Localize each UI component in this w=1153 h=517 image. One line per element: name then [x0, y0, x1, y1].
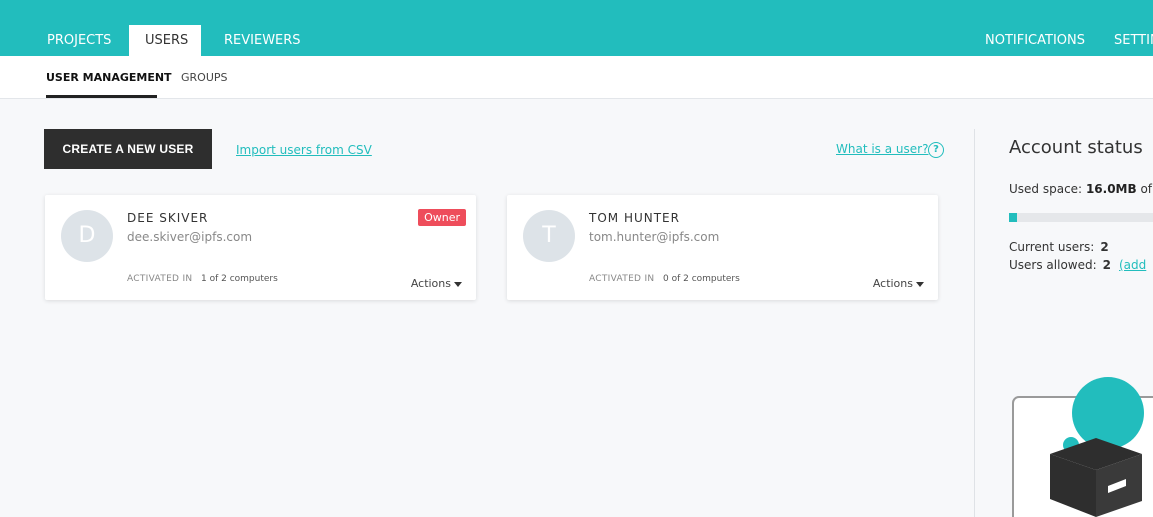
avatar: D [61, 210, 113, 262]
user-email: tom.hunter@ipfs.com [589, 230, 720, 244]
question-circle-icon[interactable]: ? [928, 142, 944, 158]
caret-down-icon [454, 281, 462, 287]
user-card: D DEE SKIVER dee.skiver@ipfs.com Owner A… [45, 195, 476, 300]
current-users-label: Current users: [1009, 240, 1095, 254]
actions-dropdown[interactable]: Actions [873, 277, 924, 290]
user-box-illustration [1012, 377, 1153, 517]
user-name: DEE SKIVER [127, 211, 209, 225]
sub-nav-bar: USER MANAGEMENT GROUPS [0, 56, 1153, 99]
activated-label: ACTIVATED IN [127, 274, 193, 284]
current-users-value: 2 [1100, 240, 1109, 254]
what-is-user-link[interactable]: What is a user? [836, 142, 928, 156]
user-name: TOM HUNTER [589, 211, 680, 225]
tab-reviewers[interactable]: REVIEWERS [208, 25, 317, 56]
activated-value: 0 of 2 computers [663, 274, 740, 284]
account-status-title: Account status [1009, 137, 1143, 158]
actions-label: Actions [872, 277, 913, 290]
storage-progress-fill [1009, 213, 1017, 222]
subtab-groups[interactable]: GROUPS [181, 56, 228, 98]
activated-value: 1 of 2 computers [201, 274, 278, 284]
tab-settings[interactable]: SETTIN [1098, 25, 1153, 56]
tab-users[interactable]: USERS [129, 25, 201, 56]
caret-down-icon [916, 281, 924, 287]
users-allowed-label: Users allowed: [1009, 258, 1097, 272]
user-email: dee.skiver@ipfs.com [127, 230, 253, 244]
tab-projects[interactable]: PROJECTS [31, 25, 127, 56]
used-space-label: Used space: [1009, 182, 1083, 196]
top-nav-bar: PROJECTS USERS REVIEWERS NOTIFICATIONS S… [0, 0, 1153, 56]
activated-label: ACTIVATED IN [589, 274, 655, 284]
users-allowed-row: Users allowed: 2 (add [1009, 258, 1146, 272]
storage-progress-bar [1009, 213, 1153, 222]
users-allowed-value: 2 [1102, 258, 1111, 272]
used-space: Used space: 16.0MB of [1009, 182, 1152, 196]
add-users-link[interactable]: (add [1119, 258, 1146, 272]
subtab-user-management[interactable]: USER MANAGEMENT [46, 56, 172, 98]
actions-label: Actions [410, 277, 451, 290]
tab-notifications[interactable]: NOTIFICATIONS [969, 25, 1101, 56]
used-space-suffix: of [1140, 182, 1153, 196]
owner-badge: Owner [418, 209, 466, 226]
user-card: T TOM HUNTER tom.hunter@ipfs.com ACTIVAT… [507, 195, 938, 300]
actions-dropdown[interactable]: Actions [411, 277, 462, 290]
create-user-button[interactable]: CREATE A NEW USER [44, 129, 212, 169]
avatar: T [523, 210, 575, 262]
current-users-row: Current users: 2 [1009, 240, 1109, 254]
used-space-value: 16.0MB [1085, 182, 1137, 196]
import-csv-link[interactable]: Import users from CSV [236, 143, 372, 157]
panel-divider [974, 129, 975, 517]
